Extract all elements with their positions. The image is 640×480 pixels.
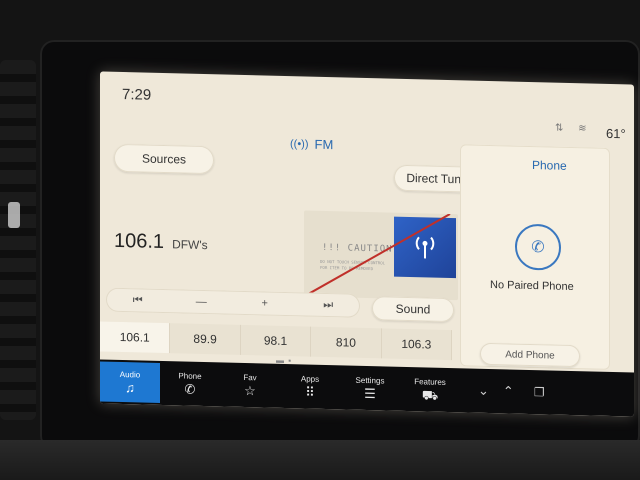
tuner-controls: ⏮ — + ⏭ [106,287,360,318]
sound-button[interactable]: Sound [372,296,454,323]
phone-status: No Paired Phone [490,279,574,294]
nav-label: Fav [243,372,257,383]
dashboard-trim [0,440,640,480]
chevron-up-icon[interactable]: ⌃ [503,383,514,399]
nav-label: Apps [300,374,320,384]
status-icons: ⇅ ≋ [555,122,593,135]
broadcast-icon: ((•)) [290,137,309,151]
defrost-icon[interactable]: ❐ [534,385,545,399]
nav-label: Audio [119,369,141,380]
band-label: FM [314,136,334,153]
vent-knob [8,202,20,228]
band-indicator[interactable]: ((•)) FM [290,136,333,152]
album-art: !!! CAUTION !!! DO NOT TOUCH SENSOR CONT… [304,210,458,301]
outside-temperature: 61° [606,125,626,142]
sticker-red-line [304,213,451,298]
phone-handset-icon: ✆ [184,381,196,397]
nav-label: Features [414,377,446,387]
music-note-icon: ♫ [125,380,135,396]
grid-icon: ⠿ [305,384,315,400]
preset-item[interactable]: 810 [311,326,382,359]
nav-label: Phone [178,371,202,381]
preset-item[interactable]: 98.1 [240,324,312,357]
clock: 7:29 [122,86,152,104]
infotainment-screen: 7:29 ⇅ ≋ 61° ((•)) FM Sources Direct Tun… [100,71,634,417]
nav-phone[interactable]: Phone ✆ [160,363,220,404]
nav-label: Settings [355,375,385,386]
add-phone-button[interactable]: Add Phone [480,342,580,368]
phone-panel-title: Phone [532,158,567,173]
phone-panel: Phone ✆ No Paired Phone Add Phone [460,144,610,370]
preset-item[interactable]: 106.3 [381,328,453,361]
climate-arrows: ⌄ ⌃ [478,383,514,400]
tune-down-button[interactable]: — [181,295,221,308]
station-info: 106.1 DFW's [114,230,208,255]
air-vent [0,60,36,420]
sources-button[interactable]: Sources [114,143,214,175]
sliders-icon: ☰ [364,385,376,402]
station-frequency: 106.1 [114,229,165,254]
station-name: DFW's [172,237,208,253]
nav-apps[interactable]: Apps ⠿ [280,366,340,407]
seek-forward-button[interactable]: ⏭ [308,298,348,312]
vehicle-icon: ⛟ [421,387,439,403]
nav-fav[interactable]: Fav ☆ [220,364,280,405]
seek-back-button[interactable]: ⏮ [118,293,158,307]
nav-settings[interactable]: Settings ☰ [340,367,400,408]
preset-bar: 106.1 89.9 98.1 810 106.3 [100,321,453,361]
preset-item[interactable]: 106.1 [100,321,171,354]
nav-audio[interactable]: Audio ♫ [100,361,160,403]
phone-icon: ✆ [515,223,561,271]
nav-features[interactable]: Features ⛟ [400,369,460,410]
tune-up-button[interactable]: + [245,297,285,310]
star-icon: ☆ [244,382,256,399]
chevron-down-icon[interactable]: ⌄ [478,383,489,399]
preset-item[interactable]: 89.9 [170,323,241,355]
